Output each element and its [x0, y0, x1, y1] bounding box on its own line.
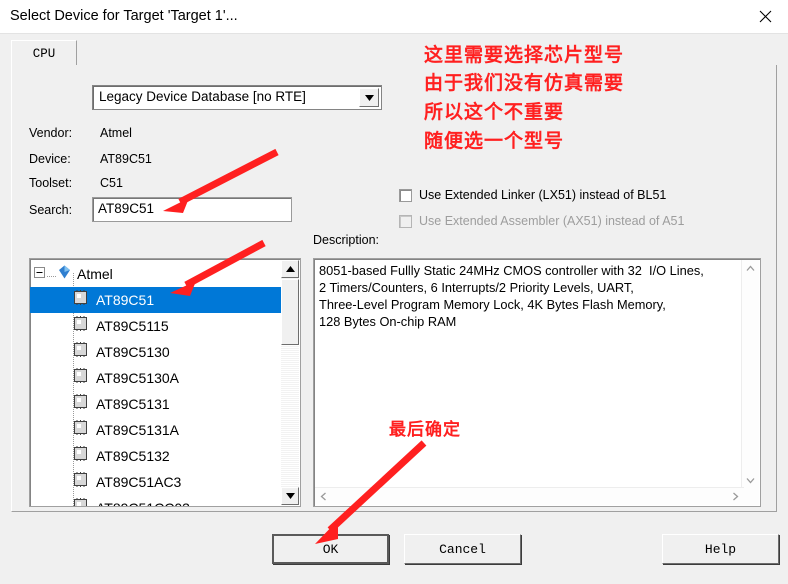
tree-dash	[47, 265, 56, 283]
checkbox-extended-assembler-box	[399, 215, 412, 228]
tab-cpu-label: CPU	[32, 46, 56, 61]
tree-item-at89c5130-label: AT89C5130	[96, 344, 170, 360]
chip-icon	[73, 316, 88, 336]
tree-item-at89c51-label: AT89C51	[96, 292, 155, 308]
annotation-line-1: 这里需要选择芯片型号	[424, 44, 625, 66]
chevron-left-icon[interactable]	[315, 488, 332, 505]
chip-icon	[73, 472, 88, 492]
chevron-up-icon[interactable]	[742, 260, 759, 277]
tree-item-at89c51cc03[interactable]: AT89C51CC03	[30, 495, 190, 506]
title-bar: Select Device for Target 'Target 1'...	[0, 0, 788, 34]
tab-strip: CPU	[11, 40, 777, 67]
search-input[interactable]: AT89C51	[92, 197, 292, 222]
device-value: AT89C51	[100, 152, 152, 166]
description-label-text: Description:	[313, 233, 379, 247]
search-label: Search:	[29, 203, 73, 217]
tab-cpu[interactable]: CPU	[11, 40, 77, 66]
tree-item-at89c51ac3-label: AT89C51AC3	[96, 474, 182, 490]
tree-item-at89c5115-label: AT89C5115	[96, 318, 169, 334]
vendor-label: Vendor:	[29, 126, 73, 140]
close-icon[interactable]	[742, 0, 788, 33]
search-input-value: AT89C51	[98, 201, 155, 216]
scrollbar-thumb[interactable]	[281, 279, 299, 345]
vendor-value: Atmel	[100, 126, 132, 140]
description-horizontal-scrollbar[interactable]	[315, 487, 744, 505]
cancel-button-label: Cancel	[439, 541, 486, 557]
ok-button[interactable]: OK	[272, 534, 389, 564]
chip-icon	[73, 446, 88, 466]
tree-node-vendor[interactable]: Atmel	[34, 261, 113, 287]
tree-item-at89c5115[interactable]: AT89C5115	[30, 313, 169, 339]
ok-button-label: OK	[322, 541, 339, 557]
chip-icon	[73, 368, 88, 388]
device-label: Device:	[29, 152, 71, 166]
device-tree-items: Atmel AT89C51 AT89C5115 AT89C5130 AT89C5…	[30, 259, 282, 506]
tree-item-at89c51ac3[interactable]: AT89C51AC3	[30, 469, 181, 495]
device-tree-scrollbar[interactable]	[281, 260, 299, 505]
tree-node-vendor-label: Atmel	[77, 266, 113, 282]
cancel-button[interactable]: Cancel	[404, 534, 521, 564]
description-panel[interactable]: 8051-based Fullly Static 24MHz CMOS cont…	[313, 258, 761, 507]
chip-icon	[73, 342, 88, 362]
chevron-down-icon[interactable]	[742, 472, 759, 489]
checkbox-extended-linker-box[interactable]	[399, 189, 412, 202]
vendor-diamond-icon	[58, 265, 71, 284]
help-button-label: Help	[704, 541, 737, 557]
tree-item-at89c5130a[interactable]: AT89C5130A	[30, 365, 179, 391]
chip-icon	[73, 498, 88, 506]
device-tree[interactable]: Atmel AT89C51 AT89C5115 AT89C5130 AT89C5…	[29, 258, 301, 507]
tree-item-at89c5131-label: AT89C5131	[96, 396, 170, 412]
tree-item-at89c5130[interactable]: AT89C5130	[30, 339, 170, 365]
toolset-label: Toolset:	[29, 176, 73, 190]
checkbox-extended-linker-label: Use Extended Linker (LX51) instead of BL…	[419, 188, 667, 202]
scroll-up-arrow-icon[interactable]	[281, 260, 299, 278]
tree-item-at89c51cc03-label: AT89C51CC03	[96, 500, 190, 506]
collapse-minus-icon[interactable]	[34, 265, 45, 283]
chevron-down-icon[interactable]	[359, 88, 379, 107]
tree-item-at89c5132[interactable]: AT89C5132	[30, 443, 170, 469]
checkbox-extended-assembler-label: Use Extended Assembler (AX51) instead of…	[419, 214, 685, 228]
scroll-down-arrow-icon[interactable]	[281, 487, 299, 505]
description-vertical-scrollbar[interactable]	[741, 260, 759, 489]
help-button[interactable]: Help	[662, 534, 779, 564]
dialog-window: Select Device for Target 'Target 1'... C…	[0, 0, 788, 584]
description-text: 8051-based Fullly Static 24MHz CMOS cont…	[319, 263, 704, 329]
annotation-line-3: 所以这个不重要	[424, 101, 565, 123]
chip-icon	[73, 290, 88, 310]
window-title: Select Device for Target 'Target 1'...	[10, 8, 238, 24]
annotation-confirm: 最后确定	[389, 420, 461, 440]
scrollbar-corner	[742, 488, 759, 505]
device-database-value: Legacy Device Database [no RTE]	[99, 89, 306, 104]
device-database-combo[interactable]: Legacy Device Database [no RTE]	[92, 85, 382, 110]
tree-item-at89c51[interactable]: AT89C51	[30, 287, 282, 313]
tree-item-at89c5131a-label: AT89C5131A	[96, 422, 180, 438]
annotation-line-2: 由于我们没有仿真需要	[424, 72, 625, 94]
chip-icon	[73, 394, 88, 414]
toolset-value: C51	[100, 176, 123, 190]
tree-item-at89c5130a-label: AT89C5130A	[96, 370, 180, 386]
tree-item-at89c5131[interactable]: AT89C5131	[30, 391, 170, 417]
tree-item-at89c5132-label: AT89C5132	[96, 448, 170, 464]
chip-icon	[73, 420, 88, 440]
description-label: Description:	[313, 233, 379, 247]
annotation-line-4: 随便选一个型号	[424, 130, 565, 152]
tree-item-at89c5131a[interactable]: AT89C5131A	[30, 417, 179, 443]
